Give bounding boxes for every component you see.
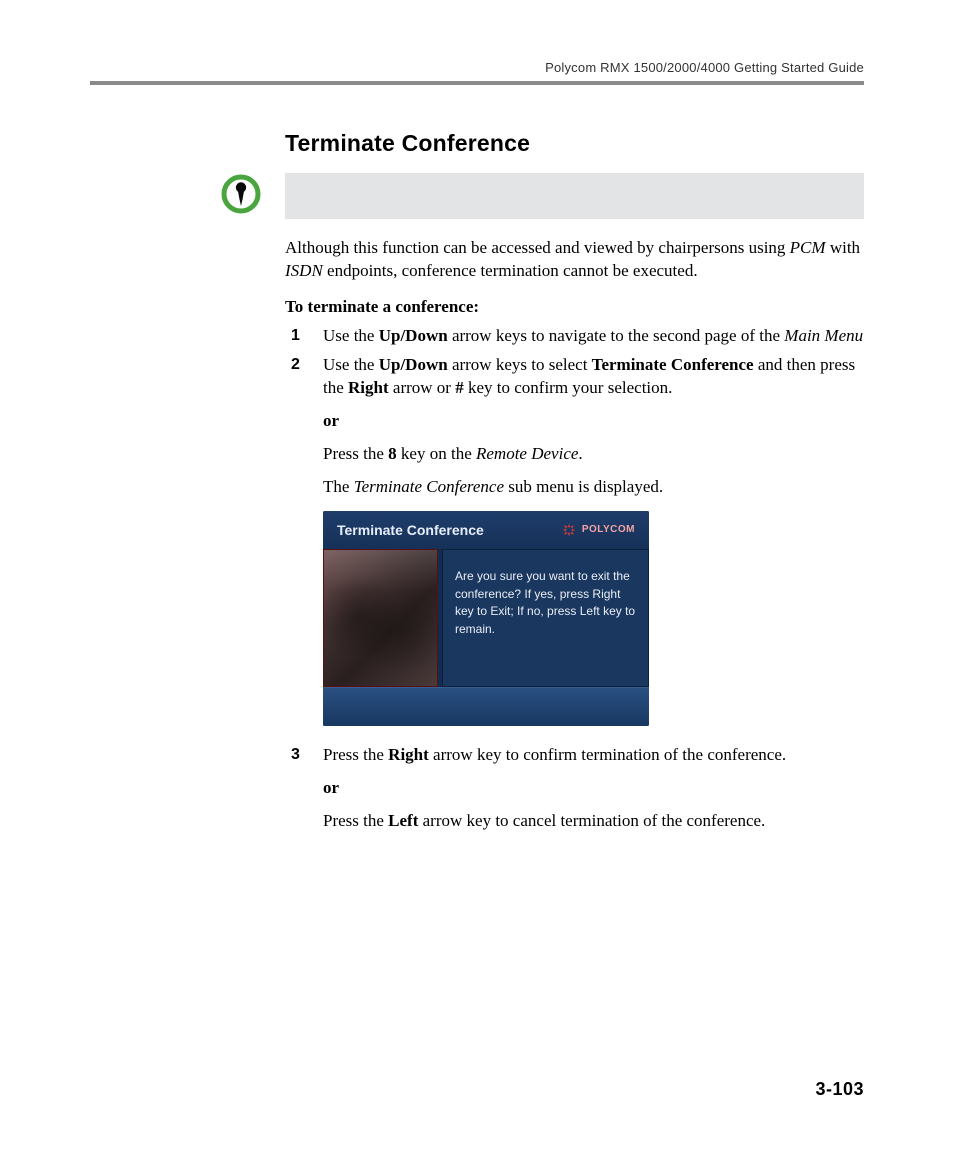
brand-text: POLYCOM (582, 523, 635, 537)
step-2-result: The Terminate Conference sub menu is dis… (323, 476, 864, 499)
running-head: Polycom RMX 1500/2000/4000 Getting Start… (90, 60, 864, 75)
screenshot: Terminate Conference (323, 511, 649, 727)
screenshot-message: Are you sure you want to exit the confer… (442, 549, 649, 687)
step-1: Use the Up/Down arrow keys to navigate t… (285, 325, 864, 348)
or-label: or (323, 410, 864, 433)
isdn-italic: ISDN (285, 261, 323, 280)
text: The (323, 477, 354, 496)
key-8-bold: 8 (388, 444, 397, 463)
header-rule (90, 81, 864, 85)
hash-bold: # (455, 378, 464, 397)
note-row (285, 173, 864, 219)
or-label: or (323, 777, 864, 800)
section-title: Terminate Conference (285, 130, 864, 157)
text: Press the (323, 444, 388, 463)
terminate-italic: Terminate Conference (354, 477, 504, 496)
text: key to confirm your selection. (464, 378, 673, 397)
text: endpoints, conference termination cannot… (323, 261, 698, 280)
pin-icon (220, 173, 262, 220)
text: Although this function can be accessed a… (285, 238, 790, 257)
text: Use the (323, 326, 379, 345)
text: Press the (323, 745, 388, 764)
polycom-logo: POLYCOM (562, 523, 635, 537)
right-bold: Right (348, 378, 389, 397)
text: key on the (397, 444, 476, 463)
text: Use the (323, 355, 379, 374)
text: sub menu is displayed. (504, 477, 663, 496)
step-2: Use the Up/Down arrow keys to select Ter… (285, 354, 864, 727)
main-menu-italic: Main Menu (784, 326, 863, 345)
right-bold: Right (388, 745, 429, 764)
intro-paragraph: Although this function can be accessed a… (285, 237, 864, 283)
text: arrow or (389, 378, 456, 397)
text: arrow key to cancel termination of the c… (418, 811, 765, 830)
screenshot-footer (323, 687, 649, 726)
terminate-bold: Terminate Conference (592, 355, 754, 374)
steps-list: Use the Up/Down arrow keys to navigate t… (285, 325, 864, 833)
text: arrow key to confirm termination of the … (429, 745, 786, 764)
step-2-alt: Press the 8 key on the Remote Device. (323, 443, 864, 466)
text: Press the (323, 811, 388, 830)
step-3-alt: Press the Left arrow key to cancel termi… (323, 810, 864, 833)
text: arrow keys to navigate to the second pag… (448, 326, 785, 345)
updown-bold: Up/Down (379, 326, 448, 345)
note-bar (285, 173, 864, 219)
pcm-italic: PCM (790, 238, 826, 257)
lead-in: To terminate a conference: (285, 297, 864, 317)
page-number: 3-103 (815, 1079, 864, 1100)
step-3: Press the Right arrow key to confirm ter… (285, 744, 864, 833)
remote-device-italic: Remote Device (476, 444, 578, 463)
updown-bold: Up/Down (379, 355, 448, 374)
text: . (578, 444, 582, 463)
video-thumbnail (323, 549, 438, 687)
screenshot-title: Terminate Conference (337, 521, 484, 540)
text: arrow keys to select (448, 355, 592, 374)
text: with (826, 238, 860, 257)
left-bold: Left (388, 811, 418, 830)
